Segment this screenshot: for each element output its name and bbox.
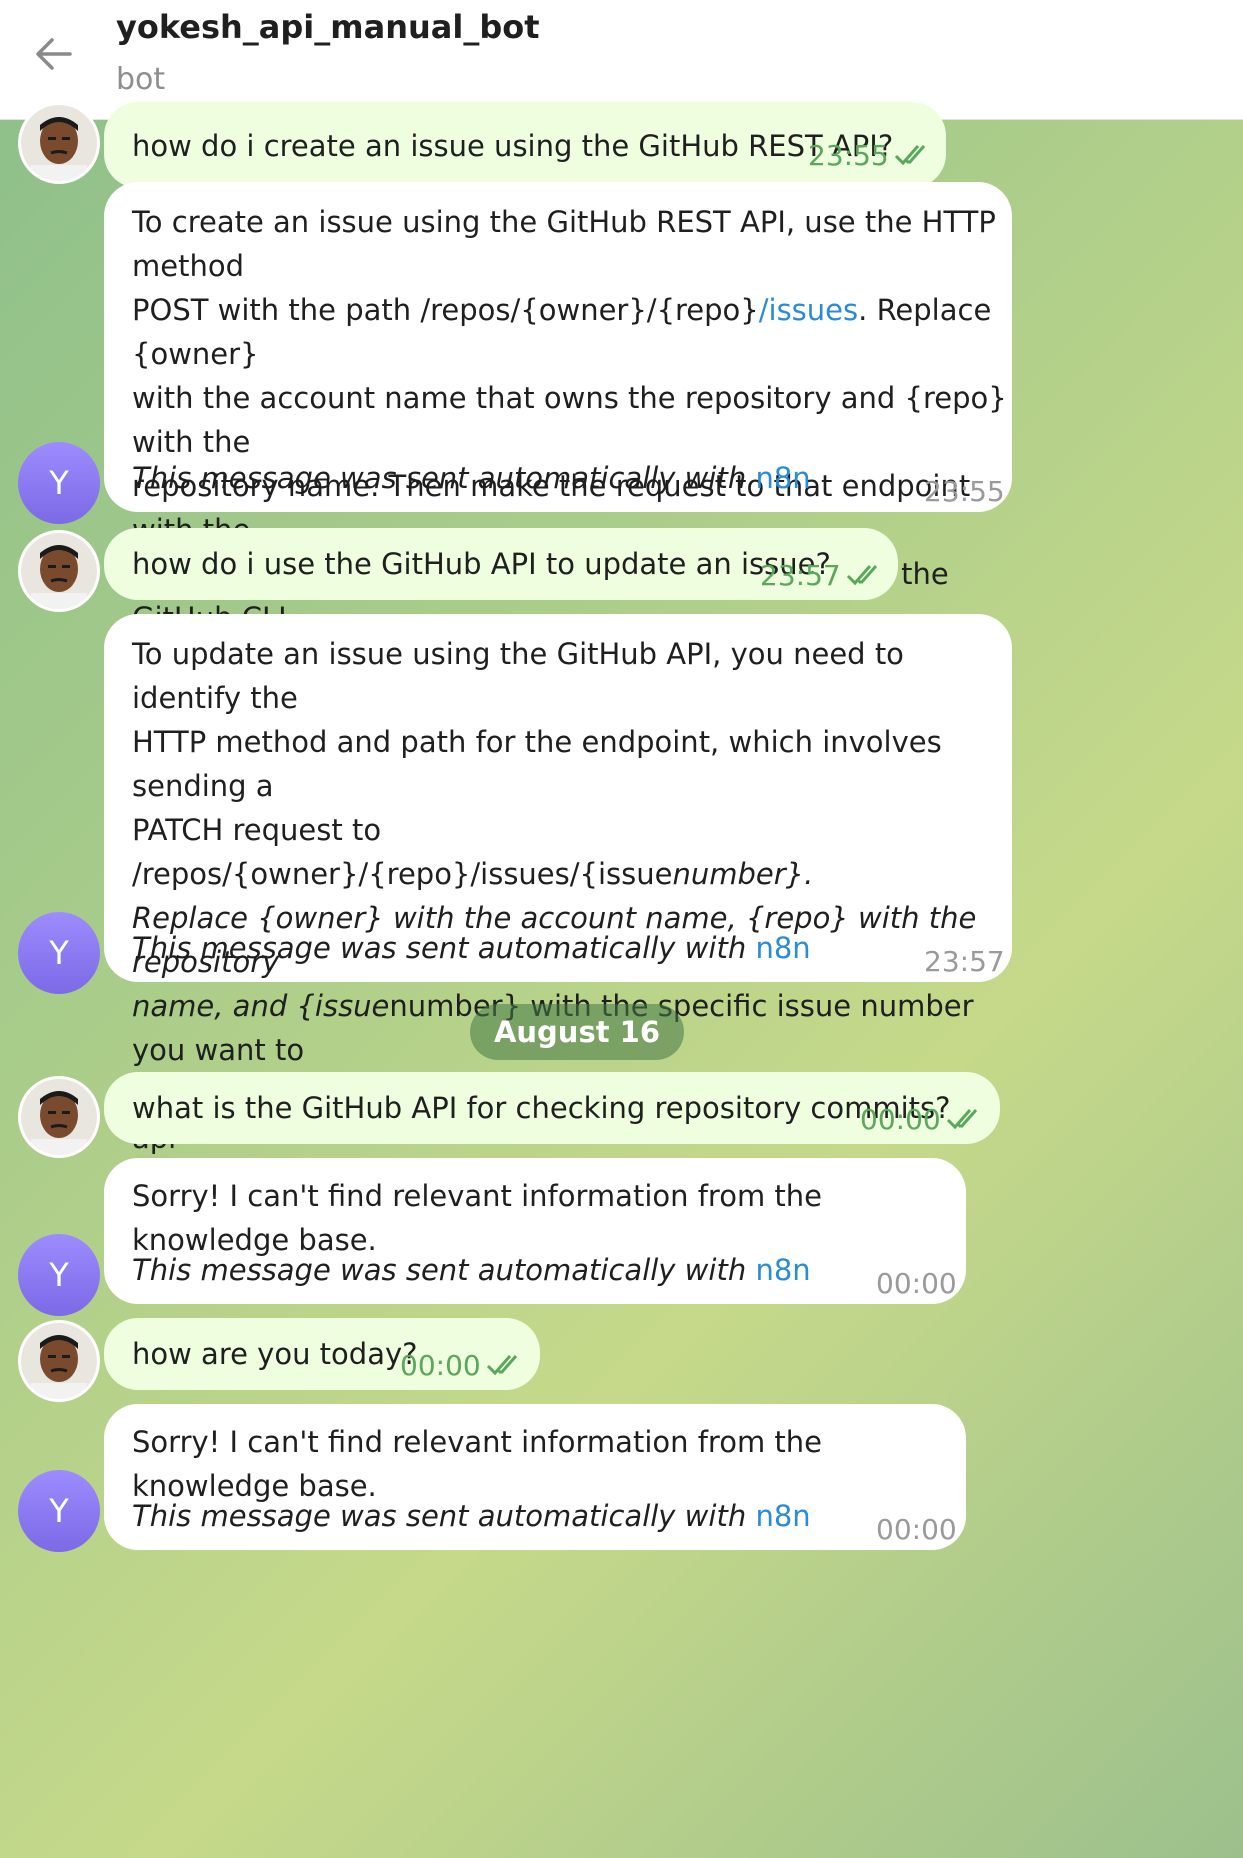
chat-title[interactable]: yokesh_api_manual_bot: [116, 8, 540, 46]
issues-link[interactable]: /issues: [759, 293, 858, 327]
message-time: 00:00: [876, 1513, 957, 1546]
bot-avatar[interactable]: Y: [18, 442, 100, 524]
auto-sent-footer: This message was sent automatically with…: [132, 1499, 811, 1533]
user-avatar[interactable]: [18, 1320, 100, 1402]
bot-avatar[interactable]: Y: [18, 1470, 100, 1552]
message-time: 00:00: [876, 1267, 957, 1300]
bot-avatar[interactable]: Y: [18, 912, 100, 994]
incoming-message-bubble[interactable]: To create an issue using the GitHub REST…: [104, 182, 1012, 679]
incoming-message-bubble[interactable]: Sorry! I can't find relevant information…: [104, 1404, 966, 1550]
message-time: 00:00: [400, 1349, 481, 1382]
message-time: 23:57: [924, 945, 1005, 978]
double-check-icon: [894, 145, 926, 166]
message-time: 23:57: [760, 559, 841, 592]
n8n-link[interactable]: n8n: [755, 1253, 810, 1287]
incoming-message-bubble[interactable]: Sorry! I can't find relevant information…: [104, 1158, 966, 1304]
back-arrow-icon[interactable]: [28, 28, 80, 80]
outgoing-message-bubble[interactable]: how are you today? 00:00: [104, 1318, 540, 1390]
auto-sent-footer: This message was sent automatically with…: [132, 931, 811, 965]
auto-sent-footer: This message was sent automatically with…: [132, 461, 811, 495]
outgoing-message-bubble[interactable]: what is the GitHub API for checking repo…: [104, 1072, 1000, 1144]
message-time: 23:55: [924, 475, 1005, 508]
outgoing-message-bubble[interactable]: how do i create an issue using the GitHu…: [104, 102, 946, 188]
message-text: how are you today?: [132, 1337, 418, 1371]
double-check-icon: [486, 1355, 518, 1376]
message-text: how do i use the GitHub API to update an…: [132, 547, 831, 581]
chat-subtitle: bot: [116, 62, 166, 97]
auto-sent-footer: This message was sent automatically with…: [132, 1253, 811, 1287]
outgoing-message-bubble[interactable]: how do i use the GitHub API to update an…: [104, 528, 898, 600]
incoming-message-bubble[interactable]: To update an issue using the GitHub API,…: [104, 614, 1012, 1199]
double-check-icon: [846, 565, 878, 586]
date-separator: August 16: [470, 1004, 684, 1060]
message-time: 23:55: [808, 139, 889, 172]
message-time: 00:00: [860, 1103, 941, 1136]
message-text: what is the GitHub API for checking repo…: [132, 1091, 951, 1125]
double-check-icon: [946, 1109, 978, 1130]
user-avatar[interactable]: [18, 530, 100, 612]
n8n-link[interactable]: n8n: [755, 461, 810, 495]
bot-avatar[interactable]: Y: [18, 1234, 100, 1316]
user-avatar[interactable]: [18, 102, 100, 184]
user-avatar[interactable]: [18, 1076, 100, 1158]
n8n-link[interactable]: n8n: [755, 1499, 810, 1533]
message-text: To create an issue using the GitHub REST…: [132, 205, 1007, 679]
message-list: how do i create an issue using the GitHu…: [0, 102, 1243, 1858]
message-text: how do i create an issue using the GitHu…: [132, 129, 894, 163]
n8n-link[interactable]: n8n: [755, 931, 810, 965]
